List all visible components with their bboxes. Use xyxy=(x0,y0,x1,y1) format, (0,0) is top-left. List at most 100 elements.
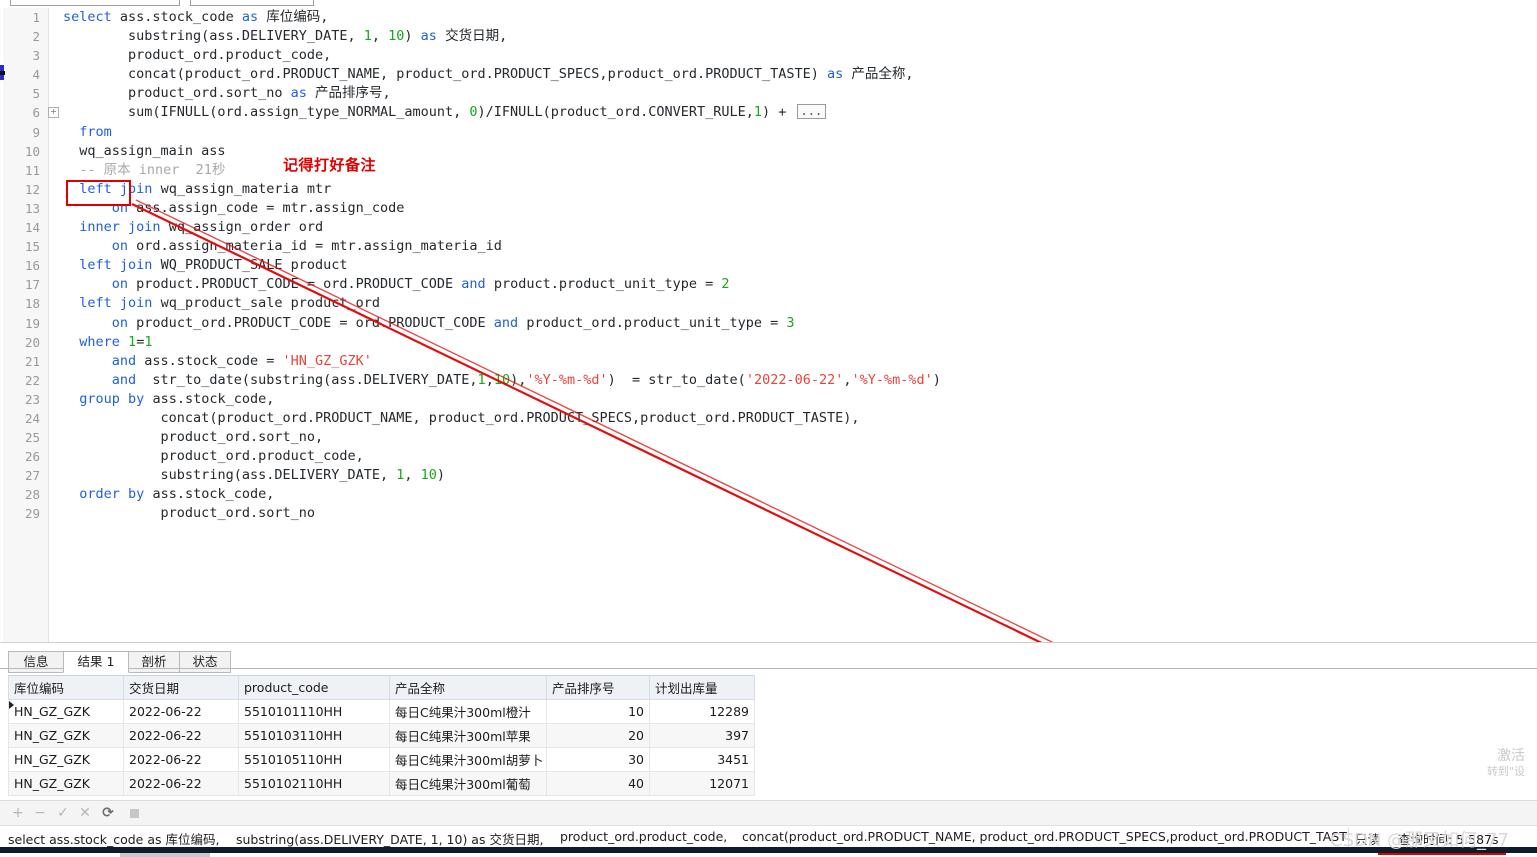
tab-0[interactable]: 信息 xyxy=(8,651,64,673)
table-cell[interactable]: 397 xyxy=(649,723,755,748)
code-line[interactable]: 12 left join wq_assign_materia mtr xyxy=(0,180,1537,199)
code-token: wq_assign_main ass xyxy=(79,142,226,159)
table-row[interactable]: HN_GZ_GZK 2022-06-22 5510105110HH 每日C纯果汁300… xyxy=(8,747,755,772)
code-line[interactable]: 2 substring(ass.DELIVERY_DATE, 1, 10) as… xyxy=(0,27,1537,46)
table-cell[interactable]: 40 xyxy=(546,771,650,796)
tab-3[interactable]: 状态 xyxy=(179,651,231,673)
table-cell[interactable]: 5510102110HH xyxy=(238,771,390,796)
code-token: 产品全称, xyxy=(843,66,914,83)
code-line[interactable]: 29 product_ord.sort_no xyxy=(0,504,1537,523)
table-cell[interactable]: 3451 xyxy=(649,747,755,772)
table-cell[interactable]: 12071 xyxy=(649,771,755,796)
line-number: 2 xyxy=(32,29,40,45)
code-line[interactable]: 10 wq_assign_main ass xyxy=(0,142,1537,161)
minus-icon[interactable]: − xyxy=(32,805,48,821)
table-cell[interactable]: 每日C纯果汁300ml胡萝卜 xyxy=(389,747,547,772)
table-cell[interactable]: 2022-06-22 xyxy=(123,747,239,772)
plus-icon[interactable]: + xyxy=(10,805,26,821)
table-cell[interactable]: 每日C纯果汁300ml苹果 xyxy=(389,723,547,748)
code-line[interactable]: 21 and ass.stock_code = 'HN_GZ_GZK' xyxy=(0,352,1537,371)
code-line[interactable]: 24 concat(product_ord.PRODUCT_NAME, prod… xyxy=(0,409,1537,428)
table-cell[interactable]: HN_GZ_GZK xyxy=(8,771,124,796)
column-header[interactable]: product_code xyxy=(238,675,390,700)
grid-toolbar[interactable]: + − ✓ ✕ ⟳ xyxy=(0,800,1537,826)
refresh-icon[interactable]: ⟳ xyxy=(100,805,116,821)
toolbar-field-1[interactable] xyxy=(10,0,180,6)
table-row[interactable]: HN_GZ_GZK 2022-06-22 5510101110HH 每日C纯果汁300… xyxy=(8,699,755,724)
tab-2[interactable]: 剖析 xyxy=(128,651,180,673)
table-cell[interactable]: 2022-06-22 xyxy=(123,699,239,724)
code-text: order by ass.stock_code, xyxy=(63,485,274,504)
code-line[interactable]: 5 product_ord.sort_no as 产品排序号, xyxy=(0,84,1537,103)
code-token: 产品排序号, xyxy=(306,85,391,102)
code-token: 0 xyxy=(469,104,478,121)
table-cell[interactable]: HN_GZ_GZK xyxy=(8,747,124,772)
sql-editor[interactable]: 1 select ass.stock_code as 库位编码, 2 substri… xyxy=(0,8,1537,642)
fold-toggle-icon[interactable]: + xyxy=(48,107,59,119)
cross-icon[interactable]: ✕ xyxy=(77,805,93,821)
code-line[interactable]: 9 from xyxy=(0,123,1537,142)
code-line[interactable]: 4 concat(product_ord.PRODUCT_NAME, produ… xyxy=(0,65,1537,84)
code-line[interactable]: 28 order by ass.stock_code, xyxy=(0,485,1537,504)
code-token: product.product_unit_type = xyxy=(485,276,722,293)
column-header[interactable]: 计划出库量 xyxy=(649,675,755,700)
code-token: substring(ass.DELIVERY_DATE, xyxy=(128,28,364,45)
table-cell[interactable]: 每日C纯果汁300ml葡萄 xyxy=(389,771,547,796)
table-cell[interactable]: 12289 xyxy=(649,699,755,724)
table-row[interactable]: HN_GZ_GZK 2022-06-22 5510102110HH 每日C纯果汁300… xyxy=(8,771,755,796)
table-cell[interactable]: 20 xyxy=(546,723,650,748)
code-line[interactable]: 18 left join wq_product_sale product_ord xyxy=(0,294,1537,313)
table-cell[interactable]: 10 xyxy=(546,699,650,724)
code-line[interactable]: 22 and str_to_date(substring(ass.DELIVER… xyxy=(0,371,1537,390)
code-token: concat(product_ord.PRODUCT_NAME, product… xyxy=(160,409,860,426)
horizontal-scrollbar-thumb[interactable] xyxy=(120,853,210,857)
code-line[interactable]: 23 group by ass.stock_code, xyxy=(0,390,1537,409)
table-cell[interactable]: 5510101110HH xyxy=(238,699,390,724)
code-line[interactable]: 17 on product.PRODUCT_CODE = ord.PRODUCT… xyxy=(0,275,1537,294)
table-cell[interactable]: HN_GZ_GZK xyxy=(8,723,124,748)
table-cell[interactable]: 5510105110HH xyxy=(238,747,390,772)
stop-icon[interactable] xyxy=(130,809,139,818)
column-header[interactable]: 交货日期 xyxy=(123,675,239,700)
table-cell[interactable]: 5510103110HH xyxy=(238,723,390,748)
code-text: sum(IFNULL(ord.assign_type_NORMAL_amount… xyxy=(63,103,827,122)
table-cell[interactable]: 每日C纯果汁300ml橙汁 xyxy=(389,699,547,724)
code-line[interactable]: 11 -- 原本 inner 21秒 xyxy=(0,161,1537,180)
code-line[interactable]: 27 substring(ass.DELIVERY_DATE, 1, 10) xyxy=(0,466,1537,485)
code-token: as xyxy=(827,66,844,83)
table-cell[interactable]: 2022-06-22 xyxy=(123,723,239,748)
toolbar-field-2[interactable] xyxy=(190,0,314,6)
code-text: group by ass.stock_code, xyxy=(63,390,274,409)
table-cell[interactable]: 2022-06-22 xyxy=(123,771,239,796)
code-text: and ass.stock_code = 'HN_GZ_GZK' xyxy=(63,352,372,371)
code-line[interactable]: 20 where 1=1 xyxy=(0,333,1537,352)
code-line[interactable]: 1 select ass.stock_code as 库位编码, xyxy=(0,8,1537,27)
code-line[interactable]: 3 product_ord.product_code, xyxy=(0,46,1537,65)
code-text: on product.PRODUCT_CODE = ord.PRODUCT_CO… xyxy=(63,275,730,294)
table-cell[interactable]: 30 xyxy=(546,747,650,772)
table-cell[interactable]: HN_GZ_GZK xyxy=(8,699,124,724)
column-header[interactable]: 产品排序号 xyxy=(546,675,650,700)
table-body[interactable]: HN_GZ_GZK 2022-06-22 5510101110HH 每日C纯果汁300… xyxy=(8,699,755,796)
tab-1[interactable]: 结果 1 xyxy=(63,651,129,673)
results-grid[interactable]: 库位编码 交货日期 product_code 产品全称 产品排序号 计划出库量 HN_GZ… xyxy=(8,675,755,796)
code-line[interactable]: 16 left join WQ_PRODUCT_SALE product xyxy=(0,256,1537,275)
code-line[interactable]: 25 product_ord.sort_no, xyxy=(0,428,1537,447)
code-line[interactable]: 13 on ass.assign_code = mtr.assign_code xyxy=(0,199,1537,218)
check-icon[interactable]: ✓ xyxy=(55,805,71,821)
code-lines-container[interactable]: 1 select ass.stock_code as 库位编码, 2 substri… xyxy=(0,8,1537,642)
code-line[interactable]: 26 product_ord.product_code, xyxy=(0,447,1537,466)
line-number: 5 xyxy=(32,86,40,102)
code-token: ass.assign_code = mtr.assign_code xyxy=(128,199,405,216)
code-line[interactable]: 6 + sum(IFNULL(ord.assign_type_NORMAL_amo… xyxy=(0,103,1537,122)
code-line[interactable]: 19 on product_ord.PRODUCT_CODE = ord.PRO… xyxy=(0,314,1537,333)
code-text: -- 原本 inner 21秒 xyxy=(63,161,225,180)
column-header[interactable]: 产品全称 xyxy=(389,675,547,700)
code-token: 3 xyxy=(786,314,795,331)
code-line[interactable]: 15 on ord.assign_materia_id = mtr.assign… xyxy=(0,237,1537,256)
table-row[interactable]: HN_GZ_GZK 2022-06-22 5510103110HH 每日C纯果汁300… xyxy=(8,723,755,748)
collapsed-code-marker[interactable]: ... xyxy=(796,104,827,120)
code-line[interactable]: 14 inner join wq_assign_order ord xyxy=(0,218,1537,237)
results-tabbar[interactable]: 信息 结果 1 剖析 状态 xyxy=(0,647,1537,673)
column-header[interactable]: 库位编码 xyxy=(8,675,124,700)
